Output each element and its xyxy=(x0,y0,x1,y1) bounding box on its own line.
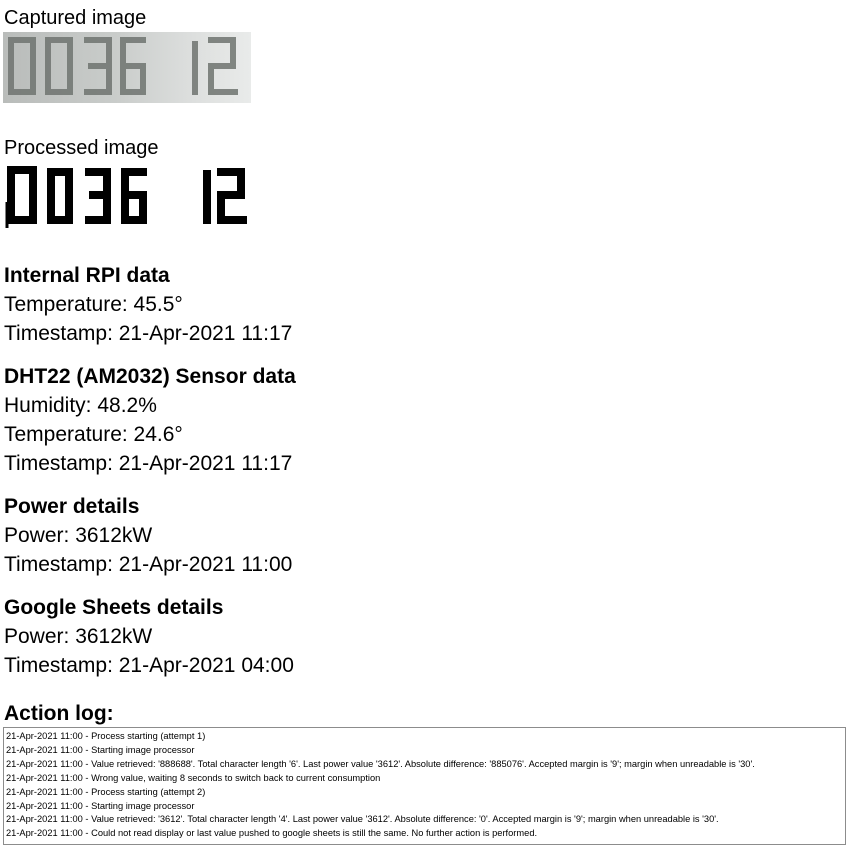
captured-image xyxy=(3,32,251,103)
action-log-heading: Action log: xyxy=(4,702,114,725)
dht22-heading: DHT22 (AM2032) Sensor data xyxy=(4,365,296,388)
processed-image-title: Processed image xyxy=(4,137,159,159)
processed-image xyxy=(3,162,251,232)
info-panel: Internal RPI data Temperature: 45.5° Tim… xyxy=(4,262,844,695)
dht22-section: DHT22 (AM2032) Sensor data Humidity: 48.… xyxy=(4,363,844,478)
captured-lcd-digits xyxy=(8,37,238,95)
internal-rpi-temperature: Temperature: 45.5° xyxy=(4,293,183,316)
google-sheets-timestamp: Timestamp: 21-Apr-2021 04:00 xyxy=(4,654,294,677)
dht22-timestamp: Timestamp: 21-Apr-2021 11:17 xyxy=(4,452,293,475)
log-line: 21-Apr-2021 11:00 - Value retrieved: '88… xyxy=(6,758,755,769)
dht22-humidity: Humidity: 48.2% xyxy=(4,394,157,417)
log-line: 21-Apr-2021 11:00 - Value retrieved: '36… xyxy=(6,814,719,825)
captured-image-title: Captured image xyxy=(4,7,147,29)
google-sheets-heading: Google Sheets details xyxy=(4,596,224,619)
log-line: 21-Apr-2021 11:00 - Process starting (at… xyxy=(6,786,206,797)
power-value: Power: 3612kW xyxy=(4,524,153,547)
log-line: 21-Apr-2021 11:00 - Process starting (at… xyxy=(6,731,206,741)
log-line: 21-Apr-2021 11:00 - Could not read displ… xyxy=(6,828,538,839)
google-sheets-section: Google Sheets details Power: 3612kW Time… xyxy=(4,594,844,680)
power-timestamp: Timestamp: 21-Apr-2021 11:00 xyxy=(4,553,293,576)
log-line: 21-Apr-2021 11:00 - Wrong value, waiting… xyxy=(6,772,381,783)
meter-reader-page: Captured image Processed image Internal … xyxy=(0,0,847,847)
processed-lcd-digits xyxy=(5,166,247,228)
internal-rpi-heading: Internal RPI data xyxy=(4,264,170,287)
action-log-textarea[interactable]: 21-Apr-2021 11:00 - Process starting (at… xyxy=(3,727,846,845)
log-line: 21-Apr-2021 11:00 - Starting image proce… xyxy=(6,800,195,811)
internal-rpi-timestamp: Timestamp: 21-Apr-2021 11:17 xyxy=(4,322,293,345)
google-sheets-power: Power: 3612kW xyxy=(4,625,153,648)
power-heading: Power details xyxy=(4,495,140,518)
internal-rpi-section: Internal RPI data Temperature: 45.5° Tim… xyxy=(4,262,844,348)
log-line: 21-Apr-2021 11:00 - Starting image proce… xyxy=(6,744,195,755)
dht22-temperature: Temperature: 24.6° xyxy=(4,423,183,446)
power-section: Power details Power: 3612kW Timestamp: 2… xyxy=(4,493,844,579)
